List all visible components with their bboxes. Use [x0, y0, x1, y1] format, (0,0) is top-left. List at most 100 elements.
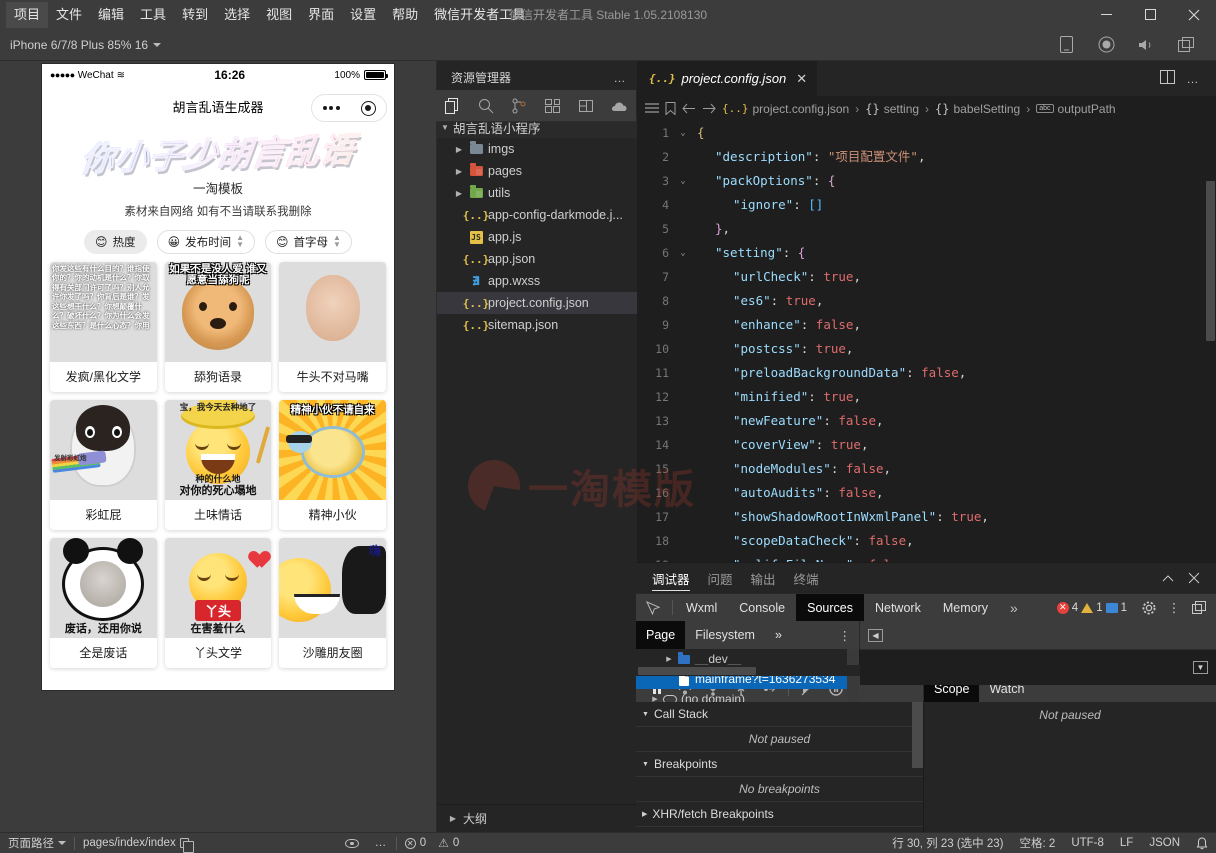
fold-chevron-icon[interactable]: ⌄: [675, 121, 691, 145]
search-icon[interactable]: [469, 90, 502, 122]
indent-setting[interactable]: 空格: 2: [1012, 833, 1064, 853]
tree-scrollbar[interactable]: [847, 649, 859, 703]
tab-sources[interactable]: Sources: [796, 594, 864, 621]
tab-output[interactable]: 输出: [751, 563, 776, 593]
tab-memory[interactable]: Memory: [932, 594, 999, 621]
more-tabs-icon[interactable]: »: [999, 594, 1029, 621]
forward-arrow-icon[interactable]: [702, 103, 716, 114]
status-badge-infos[interactable]: 1: [1106, 602, 1127, 614]
close-icon[interactable]: [1182, 565, 1206, 591]
list-item[interactable]: 如果不是没人爱 谁又愿意当舔狗呢 舔狗语录: [165, 262, 272, 392]
volume-icon[interactable]: [1126, 29, 1166, 61]
menu-item-edit[interactable]: 编辑: [90, 2, 132, 28]
back-arrow-icon[interactable]: [682, 103, 696, 114]
tree-item-sitemap-json[interactable]: {..} sitemap.json: [437, 314, 637, 336]
fold-chevron-icon[interactable]: ⌄: [675, 169, 691, 193]
close-icon[interactable]: ✕: [796, 71, 807, 87]
panes-scrollbar[interactable]: [912, 702, 923, 768]
fold-chevron-icon[interactable]: ⌄: [675, 241, 691, 265]
windows-icon[interactable]: [1166, 29, 1206, 61]
tree-item-pages[interactable]: pages: [437, 160, 637, 182]
tree-item-app-json[interactable]: {..} app.json: [437, 248, 637, 270]
list-item[interactable]: 废话，还用你说 全是废话: [50, 538, 157, 668]
list-item[interactable]: 丫头 在害羞什么 丫头文学: [165, 538, 272, 668]
status-more[interactable]: …: [367, 833, 396, 853]
wechat-capsule-button[interactable]: [311, 94, 387, 122]
filter-chip-initial[interactable]: 😊 首字母 ▲▼: [265, 230, 352, 254]
list-item[interactable]: 牛头不对马嘴: [279, 262, 386, 392]
kebab-icon[interactable]: ⋮: [1163, 594, 1185, 622]
menu-item-tools[interactable]: 工具: [132, 2, 174, 28]
more-icon[interactable]: …: [614, 71, 628, 85]
tree-item-project-config-json[interactable]: {..} project.config.json: [437, 292, 637, 314]
cursor-position[interactable]: 行 30, 列 23 (选中 23): [884, 833, 1011, 853]
files-icon[interactable]: [436, 90, 469, 122]
list-icon[interactable]: [645, 103, 659, 115]
menu-item-devtools[interactable]: 微信开发者工具: [426, 2, 533, 28]
tab-debugger[interactable]: 调试器: [652, 563, 690, 593]
split-editor-icon[interactable]: [1156, 70, 1179, 87]
close-button[interactable]: [1172, 0, 1216, 29]
section-breakpoints[interactable]: ▼ Breakpoints: [636, 752, 923, 777]
tab-project-config-json[interactable]: {..} project.config.json ✕: [637, 61, 818, 96]
tree-item-app-config-darkmode[interactable]: {..} app-config-darkmode.j...: [437, 204, 637, 226]
bookmark-icon[interactable]: [665, 102, 676, 115]
menu-item-interface[interactable]: 界面: [300, 2, 342, 28]
breadcrumb-item-file[interactable]: {..} project.config.json: [722, 102, 849, 116]
menu-item-project[interactable]: 项目: [6, 2, 48, 28]
language-mode[interactable]: JSON: [1141, 833, 1188, 853]
minimize-button[interactable]: [1084, 0, 1128, 29]
extensions-icon[interactable]: [536, 90, 569, 122]
layout-icon[interactable]: [569, 90, 602, 122]
scrollbar-thumb[interactable]: [1206, 181, 1215, 341]
list-item[interactable]: 发射彩虹炮 彩虹屁: [50, 400, 157, 530]
filter-chip-hot[interactable]: 😊 热度: [84, 230, 147, 254]
status-badge-errors[interactable]: ✕ 4: [1057, 602, 1078, 614]
record-icon[interactable]: [1086, 29, 1126, 61]
list-item[interactable]: 精神小伙不请自来 精神小伙: [279, 400, 386, 530]
breadcrumb-item-babelsetting[interactable]: {} babelSetting: [935, 102, 1020, 116]
tree-item-app-wxss[interactable]: ∄ app.wxss: [437, 270, 637, 292]
tab-wxml[interactable]: Wxml: [675, 594, 728, 621]
gear-icon[interactable]: [1138, 594, 1160, 622]
tab-console[interactable]: Console: [728, 594, 796, 621]
more-tabs-icon[interactable]: »: [765, 621, 792, 649]
tab-problems[interactable]: 问题: [708, 563, 733, 593]
status-errors[interactable]: ✕ 0 ⚠ 0: [397, 833, 468, 853]
copy-icon[interactable]: [180, 838, 189, 848]
encoding-setting[interactable]: UTF-8: [1063, 833, 1112, 853]
tree-item-app-js[interactable]: JS app.js: [437, 226, 637, 248]
menu-item-settings[interactable]: 设置: [342, 2, 384, 28]
list-item[interactable]: 宝，我今天去种地了 种的什么地 对你的死心塌地 土味情话: [165, 400, 272, 530]
tree-hscrollbar[interactable]: [636, 665, 860, 676]
outline-section[interactable]: 大纲: [437, 804, 637, 832]
page-path-value[interactable]: pages/index/index: [75, 833, 197, 853]
tab-filesystem[interactable]: Filesystem: [685, 621, 765, 649]
breadcrumb-item-outputpath[interactable]: abc outputPath: [1036, 102, 1115, 116]
filter-chip-publish-time[interactable]: 😀 发布时间 ▲▼: [157, 230, 255, 254]
preview-toggle[interactable]: [337, 833, 367, 853]
chevron-up-icon[interactable]: [1156, 565, 1180, 591]
device-selector[interactable]: iPhone 6/7/8 Plus 85% 16: [0, 38, 169, 52]
menu-item-file[interactable]: 文件: [48, 2, 90, 28]
page-path-selector[interactable]: 页面路径: [0, 833, 74, 853]
tree-item-utils[interactable]: utils: [437, 182, 637, 204]
list-item[interactable]: 你发这些有什么目的？谁指使你的？你的动机是什么？你取得有关部门许可了吗？别人允许…: [50, 262, 157, 392]
maximize-button[interactable]: [1128, 0, 1172, 29]
status-badge-warnings[interactable]: 1: [1081, 602, 1102, 614]
kebab-icon[interactable]: ⋮: [839, 628, 860, 643]
tree-item-imgs[interactable]: imgs: [437, 138, 637, 160]
breadcrumb-item-setting[interactable]: {} setting: [865, 102, 919, 116]
list-item[interactable]: 嗨 沙雕朋友圈: [279, 538, 386, 668]
phone-icon[interactable]: [1046, 29, 1086, 61]
menu-item-select[interactable]: 选择: [216, 2, 258, 28]
dock-icon[interactable]: [1188, 594, 1210, 622]
section-xhr-breakpoints[interactable]: ▶ XHR/fetch Breakpoints: [636, 802, 923, 827]
collapse-sidebar-icon[interactable]: ◀: [868, 629, 883, 642]
tab-terminal[interactable]: 终端: [794, 563, 819, 593]
bell-icon[interactable]: [1188, 833, 1216, 853]
section-call-stack[interactable]: ▼ Call Stack: [636, 702, 923, 727]
inspect-icon[interactable]: [636, 594, 670, 621]
drawer-toggle-icon[interactable]: ▼: [1193, 661, 1208, 674]
source-control-icon[interactable]: [503, 90, 536, 122]
